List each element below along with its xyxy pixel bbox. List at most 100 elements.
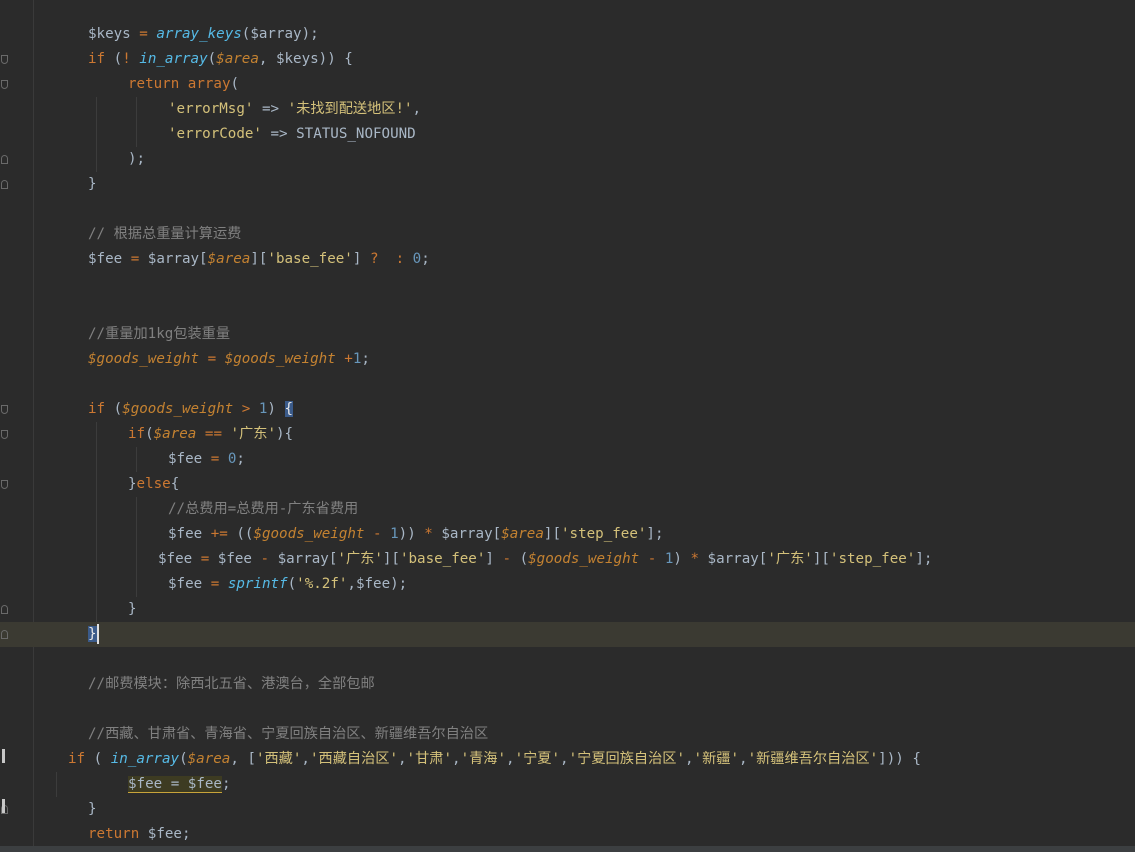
- code-token: // 根据总重量计算运费: [88, 226, 242, 242]
- code-token: ,: [506, 751, 515, 767]
- breakpoint-marker-icon[interactable]: [2, 799, 5, 813]
- code-token: return: [88, 826, 140, 842]
- code-line[interactable]: //总费用=总费用-广东省费用: [0, 497, 1135, 522]
- fold-toggle-icon[interactable]: [1, 430, 8, 439]
- code-text: if (! in_array($area, $keys)) {: [88, 47, 353, 72]
- fold-toggle-icon[interactable]: [1, 55, 8, 64]
- code-token: '西藏自治区': [309, 751, 398, 767]
- fold-toggle-icon[interactable]: [1, 80, 8, 89]
- code-line[interactable]: }: [0, 797, 1135, 822]
- fold-end-icon[interactable]: [1, 605, 8, 614]
- code-token: =: [130, 251, 140, 267]
- code-line[interactable]: }: [0, 172, 1135, 197]
- code-token: if: [88, 401, 106, 417]
- code-text: $fee += (($goods_weight - 1)) * $array[$…: [168, 522, 664, 547]
- code-token: $fee;: [139, 826, 191, 842]
- code-token: ==: [204, 426, 222, 442]
- code-token: sprintf: [227, 576, 288, 592]
- code-line[interactable]: );: [0, 147, 1135, 172]
- code-token: 'step_fee': [561, 526, 647, 542]
- code-token: if: [128, 426, 146, 442]
- code-token: ];: [915, 551, 933, 567]
- code-token: (: [287, 576, 297, 592]
- code-token: '西藏': [255, 751, 302, 767]
- code-line[interactable]: if($area == '广东'){: [0, 422, 1135, 447]
- code-text: }: [128, 597, 137, 622]
- indent-guide: [56, 772, 57, 797]
- code-token: $area: [501, 526, 544, 542]
- code-line[interactable]: [0, 647, 1135, 672]
- code-token: ])) {: [878, 751, 921, 767]
- code-line[interactable]: if ( in_array($area, ['西藏','西藏自治区','甘肃',…: [0, 747, 1135, 772]
- code-line[interactable]: [0, 272, 1135, 297]
- code-line[interactable]: 'errorMsg' => '未找到配送地区!',: [0, 97, 1135, 122]
- code-line[interactable]: return array(: [0, 72, 1135, 97]
- code-text: $fee = $array[$area]['base_fee'] ? : 0;: [88, 247, 430, 272]
- code-line[interactable]: //重量加1kg包装重量: [0, 322, 1135, 347]
- code-line[interactable]: }: [0, 622, 1135, 647]
- horizontal-scrollbar[interactable]: [0, 846, 1135, 852]
- code-line[interactable]: $fee += (($goods_weight - 1)) * $array[$…: [0, 522, 1135, 547]
- code-text: //重量加1kg包装重量: [88, 322, 230, 347]
- code-token: (: [179, 751, 188, 767]
- code-line[interactable]: }else{: [0, 472, 1135, 497]
- code-token: ;: [236, 451, 245, 467]
- fold-end-icon[interactable]: [1, 630, 8, 639]
- code-token: :: [395, 251, 405, 267]
- code-token: $fee: [209, 551, 261, 567]
- code-line[interactable]: $goods_weight = $goods_weight +1;: [0, 347, 1135, 372]
- code-token: if: [88, 51, 106, 67]
- code-line[interactable]: $fee = $fee;: [0, 772, 1135, 797]
- fold-toggle-icon[interactable]: [1, 480, 8, 489]
- fold-end-icon[interactable]: [1, 155, 8, 164]
- code-token: +: [344, 351, 353, 367]
- code-line[interactable]: [0, 697, 1135, 722]
- code-token: $area: [207, 251, 251, 267]
- code-token: ];: [646, 526, 664, 542]
- code-line[interactable]: $fee = sprintf('%.2f',$fee);: [0, 572, 1135, 597]
- code-token: -: [260, 551, 270, 567]
- code-token: ($array);: [241, 26, 319, 42]
- code-line[interactable]: [0, 297, 1135, 322]
- code-token: $array[: [269, 551, 338, 567]
- code-line[interactable]: 'errorCode' => STATUS_NOFOUND: [0, 122, 1135, 147]
- code-line[interactable]: $fee = 0;: [0, 447, 1135, 472]
- code-editor[interactable]: $keys = array_keys($array); if (! in_arra…: [0, 0, 1135, 852]
- code-line[interactable]: }: [0, 597, 1135, 622]
- code-line[interactable]: return $fee;: [0, 822, 1135, 847]
- matched-brace: }: [88, 626, 97, 642]
- highlighted-occurrence: $fee = $fee: [128, 776, 222, 793]
- code-token: array_keys: [156, 26, 242, 42]
- code-line[interactable]: //邮费模块：除西北五省、港澳台，全部包邮: [0, 672, 1135, 697]
- code-line[interactable]: // 根据总重量计算运费: [0, 222, 1135, 247]
- code-token: *: [690, 551, 699, 567]
- code-token: }: [128, 476, 137, 492]
- code-token: $array[: [699, 551, 768, 567]
- code-token: ,: [412, 101, 422, 117]
- code-line[interactable]: if (! in_array($area, $keys)) {: [0, 47, 1135, 72]
- breakpoint-marker-icon[interactable]: [2, 749, 5, 763]
- code-token: $area: [153, 426, 197, 442]
- code-token: in_array: [110, 751, 180, 767]
- code-line[interactable]: [0, 372, 1135, 397]
- code-line[interactable]: [0, 197, 1135, 222]
- code-line[interactable]: if ($goods_weight > 1) {: [0, 397, 1135, 422]
- code-line[interactable]: $fee = $fee - $array['广东']['base_fee'] -…: [0, 547, 1135, 572]
- code-token: )): [398, 526, 425, 542]
- code-token: $fee: [168, 526, 211, 542]
- code-token: '广东': [337, 551, 383, 567]
- code-token: !: [122, 51, 131, 67]
- fold-end-icon[interactable]: [1, 180, 8, 189]
- fold-toggle-icon[interactable]: [1, 405, 8, 414]
- code-line[interactable]: $keys = array_keys($array);: [0, 22, 1135, 47]
- code-line[interactable]: $fee = $array[$area]['base_fee'] ? : 0;: [0, 247, 1135, 272]
- code-line[interactable]: //西藏、甘肃省、青海省、宁夏回族自治区、新疆维吾尔自治区: [0, 722, 1135, 747]
